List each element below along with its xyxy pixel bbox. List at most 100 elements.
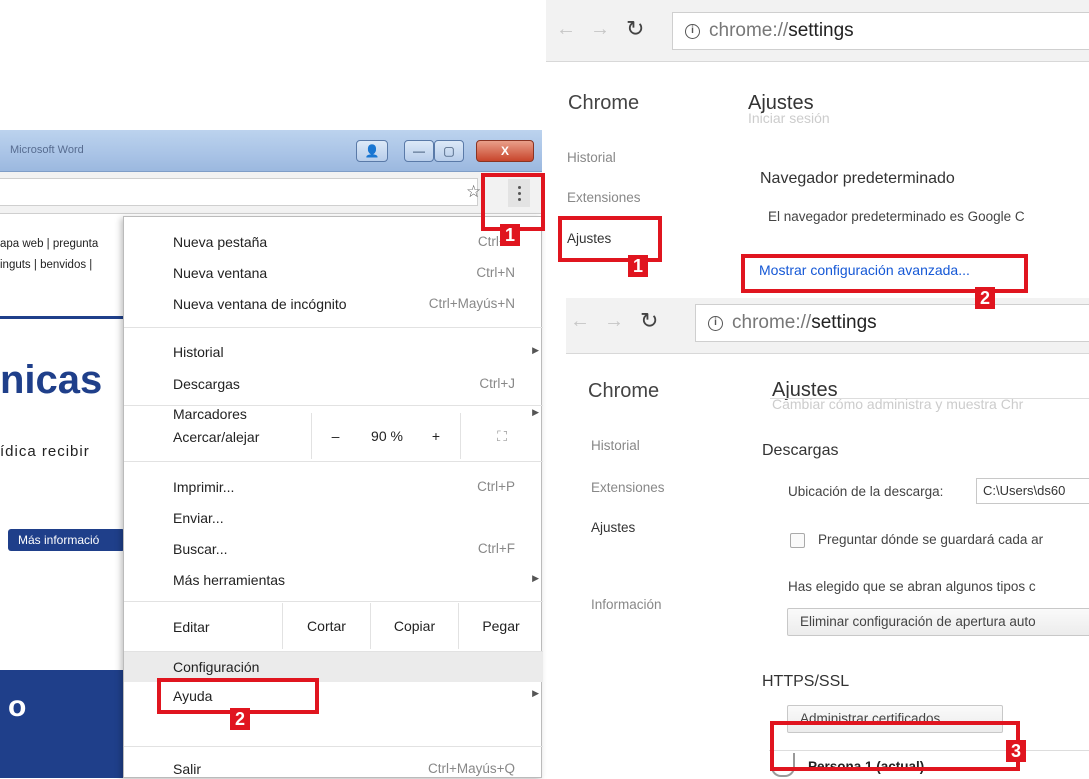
cut-button[interactable]: Cortar bbox=[282, 603, 370, 649]
callout-number: 1 bbox=[500, 224, 520, 246]
menu-row-zoom: Acercar/alejar – 90 % + ⛶ bbox=[124, 413, 543, 459]
sidebar-item-about[interactable]: Información bbox=[591, 597, 662, 612]
menu-item-incognito[interactable]: Nueva ventana de incógnito Ctrl+Mayús+N bbox=[124, 287, 543, 319]
download-location-label: Ubicación de la descarga: bbox=[788, 484, 944, 499]
address-bar[interactable]: i chrome://settings bbox=[695, 304, 1089, 342]
minimize-button[interactable]: — bbox=[404, 140, 434, 162]
browser-toolbar: ☆ bbox=[0, 172, 542, 214]
info-icon[interactable]: i bbox=[685, 24, 700, 39]
menu-item-label: Buscar... bbox=[173, 541, 228, 557]
menu-item-shortcut: Ctrl+F bbox=[477, 541, 515, 556]
window-title: Microsoft Word bbox=[10, 144, 84, 156]
maximize-button[interactable]: ▢ bbox=[434, 140, 464, 162]
sidebar-item-extensions[interactable]: Extensiones bbox=[567, 190, 641, 205]
menu-item-cast[interactable]: Enviar... bbox=[124, 501, 543, 533]
submenu-arrow-icon: ▶ bbox=[532, 345, 539, 355]
edit-label: Editar bbox=[173, 619, 210, 635]
callout-number: 1 bbox=[628, 255, 648, 277]
page-link-row[interactable]: inguts | benvidos | bbox=[0, 255, 98, 276]
menu-item-find[interactable]: Buscar... Ctrl+F bbox=[124, 532, 543, 564]
user-icon[interactable]: 👤 bbox=[356, 140, 388, 162]
menu-separator bbox=[124, 461, 543, 462]
callout-number: 2 bbox=[230, 708, 250, 730]
address-url: chrome://settings bbox=[732, 312, 877, 333]
menu-item-more-tools[interactable]: Más herramientas ▶ bbox=[124, 563, 543, 595]
settings-brand: Chrome bbox=[568, 92, 640, 114]
paste-button[interactable]: Pegar bbox=[458, 603, 543, 649]
browser-toolbar: ← → ↻ i chrome://settings bbox=[566, 298, 1089, 354]
back-icon[interactable]: ← bbox=[556, 18, 576, 41]
menu-separator bbox=[124, 601, 543, 602]
page-links: apa web | pregunta inguts | benvidos | bbox=[0, 234, 98, 276]
callout-box-menu-button bbox=[481, 173, 545, 231]
fullscreen-icon[interactable]: ⛶ bbox=[460, 413, 543, 459]
menu-item-shortcut: Ctrl+Mayús+Q bbox=[427, 761, 515, 776]
menu-item-shortcut: Ctrl+J bbox=[479, 376, 515, 391]
settings-page-bottom: ← → ↻ i chrome://settings Chrome Ajustes… bbox=[566, 298, 1089, 778]
zoom-level: 90 % bbox=[371, 428, 403, 444]
more-info-button[interactable]: Más informació bbox=[8, 529, 125, 551]
sidebar-item-settings[interactable]: Ajustes bbox=[591, 520, 635, 535]
menu-item-label: Historial bbox=[173, 344, 224, 360]
sidebar-item-history[interactable]: Historial bbox=[591, 438, 640, 453]
menu-item-label: Salir bbox=[173, 761, 202, 777]
menu-item-new-window[interactable]: Nueva ventana Ctrl+N bbox=[124, 256, 543, 288]
page-heading: nicas bbox=[0, 358, 103, 402]
callout-number: 2 bbox=[975, 287, 995, 309]
menu-item-label: Configuración bbox=[173, 659, 260, 675]
page-divider bbox=[0, 316, 125, 319]
sidebar-item-extensions[interactable]: Extensiones bbox=[591, 480, 665, 495]
zoom-in-button[interactable]: + bbox=[415, 413, 457, 459]
page-text: ídica recibir bbox=[0, 443, 90, 460]
settings-brand: Chrome bbox=[588, 380, 660, 402]
callout-number: 3 bbox=[1006, 740, 1026, 762]
menu-row-edit: Editar Cortar Copiar Pegar bbox=[124, 603, 543, 649]
ask-where-label: Preguntar dónde se guardará cada ar bbox=[818, 532, 1044, 547]
forward-icon[interactable]: → bbox=[590, 18, 610, 41]
window-titlebar: Microsoft Word 👤 — ▢ X bbox=[0, 130, 542, 172]
ask-where-checkbox[interactable] bbox=[790, 533, 805, 548]
menu-item-shortcut: Ctrl+N bbox=[476, 265, 515, 280]
zoom-out-button[interactable]: – bbox=[311, 413, 359, 459]
close-button[interactable]: X bbox=[476, 140, 534, 162]
zoom-label: Acercar/alejar bbox=[173, 429, 260, 445]
menu-item-exit[interactable]: Salir Ctrl+Mayús+Q bbox=[124, 755, 543, 779]
menu-item-shortcut: Ctrl+Mayús+N bbox=[428, 296, 515, 311]
submenu-arrow-icon: ▶ bbox=[532, 688, 539, 698]
address-url: chrome://settings bbox=[709, 20, 854, 41]
menu-item-label: Enviar... bbox=[173, 510, 224, 526]
sidebar-item-history[interactable]: Historial bbox=[567, 150, 616, 165]
reload-icon[interactable]: ↻ bbox=[626, 16, 644, 42]
star-icon[interactable]: ☆ bbox=[466, 182, 481, 202]
menu-item-label: Más herramientas bbox=[173, 572, 286, 588]
submenu-arrow-icon: ▶ bbox=[532, 573, 539, 583]
menu-item-label: Nueva ventana de incógnito bbox=[173, 296, 347, 312]
menu-separator bbox=[124, 327, 543, 328]
menu-item-shortcut: Ctrl+P bbox=[477, 479, 515, 494]
address-bar[interactable]: i chrome://settings bbox=[672, 12, 1089, 50]
https-ssl-heading: HTTPS/SSL bbox=[762, 673, 850, 690]
menu-item-label: Nueva pestaña bbox=[173, 234, 268, 250]
page-link-row[interactable]: apa web | pregunta bbox=[0, 234, 98, 255]
header-divider bbox=[770, 398, 1089, 399]
copy-button[interactable]: Copiar bbox=[370, 603, 458, 649]
downloads-heading: Descargas bbox=[762, 442, 839, 459]
clear-auto-open-button[interactable]: Eliminar configuración de apertura auto bbox=[787, 608, 1089, 636]
menu-separator bbox=[124, 746, 543, 747]
menu-item-history[interactable]: Historial ▶ bbox=[124, 335, 543, 367]
menu-item-label: Imprimir... bbox=[173, 479, 235, 495]
default-browser-heading: Navegador predeterminado bbox=[760, 170, 955, 187]
browser-toolbar: ← → ↻ i chrome://settings bbox=[546, 0, 1089, 62]
back-icon[interactable]: ← bbox=[570, 310, 590, 333]
menu-separator bbox=[124, 405, 543, 406]
download-location-field[interactable]: C:\Users\ds60 bbox=[976, 478, 1089, 504]
info-icon[interactable]: i bbox=[708, 316, 723, 331]
menu-item-print[interactable]: Imprimir... Ctrl+P bbox=[124, 470, 543, 502]
address-bar[interactable] bbox=[0, 178, 478, 206]
page-banner-2 bbox=[0, 728, 125, 778]
forward-icon[interactable]: → bbox=[604, 310, 624, 333]
callout-box-manage-certificates bbox=[770, 721, 1020, 771]
menu-item-downloads[interactable]: Descargas Ctrl+J bbox=[124, 367, 543, 399]
menu-item-label: Descargas bbox=[173, 376, 240, 392]
reload-icon[interactable]: ↻ bbox=[640, 308, 658, 334]
